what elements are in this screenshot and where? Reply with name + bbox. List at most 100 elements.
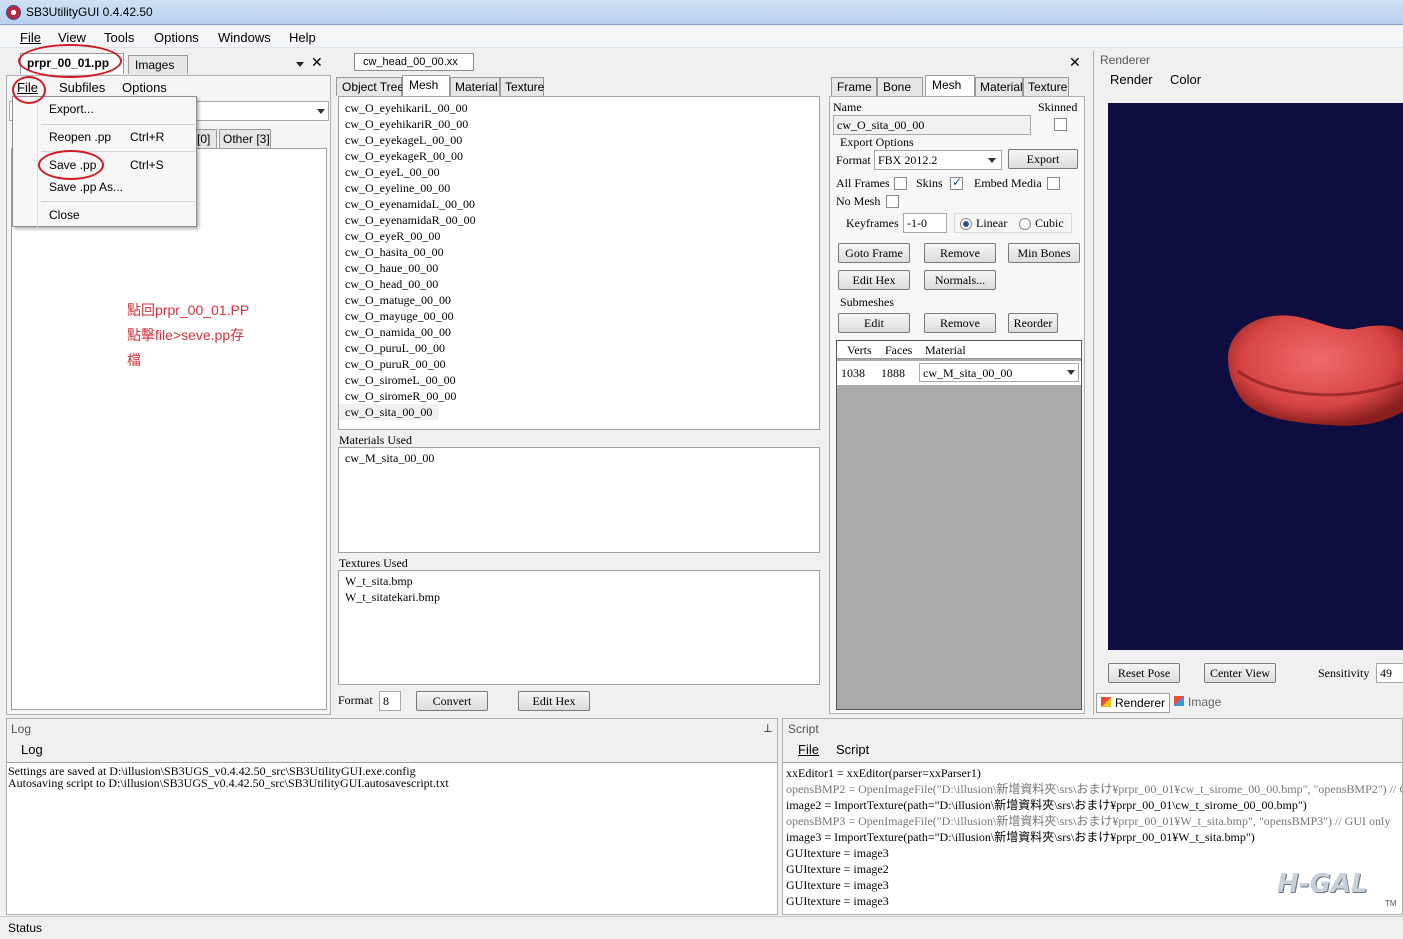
edit-hex-mesh-button[interactable]: Edit Hex [838, 270, 910, 290]
reset-pose-button[interactable]: Reset Pose [1108, 663, 1180, 683]
goto-frame-button[interactable]: Goto Frame [838, 243, 910, 263]
close-icon[interactable]: ✕ [311, 54, 323, 71]
list-item[interactable]: cw_O_hasita_00_00 [339, 244, 819, 260]
tab-renderer-label: Renderer [1115, 696, 1166, 710]
log-text[interactable]: Settings are saved at D:\illusion\SB3UGS… [7, 762, 777, 914]
textures-list[interactable]: W_t_sita.bmp W_t_sitatekari.bmp [338, 570, 820, 685]
tab-bone[interactable]: Bone [877, 77, 923, 96]
menu-close[interactable]: Close [49, 208, 80, 222]
menu-save-as[interactable]: Save .pp As... [49, 180, 123, 194]
tab-object-tree[interactable]: Object Tree [336, 77, 404, 96]
doc-tab-cw-head[interactable]: cw_head_00_00.xx [354, 53, 474, 71]
skins-checkbox[interactable] [950, 175, 963, 190]
menu-tools[interactable]: Tools [104, 30, 134, 45]
dropdown-icon[interactable] [296, 62, 304, 67]
all-frames-checkbox[interactable] [894, 177, 907, 190]
render-viewport[interactable] [1108, 103, 1403, 650]
list-item[interactable]: cw_O_eyenamidaL_00_00 [339, 196, 819, 212]
min-bones-button[interactable]: Min Bones [1008, 243, 1080, 263]
renderer-menu-render[interactable]: Render [1110, 72, 1153, 87]
grid-header-faces[interactable]: Faces [885, 343, 912, 358]
list-item[interactable]: cw_O_eyeL_00_00 [339, 164, 819, 180]
mesh-name-field[interactable]: cw_O_sita_00_00 [833, 115, 1031, 135]
list-item[interactable]: cw_O_mayuge_00_00 [339, 308, 819, 324]
sensitivity-field[interactable]: 49 [1376, 663, 1403, 683]
embed-media-checkbox[interactable] [1047, 177, 1060, 190]
script-line: xxEditor1 = xxEditor(parser=xxParser1) [786, 766, 981, 780]
renderer-menu-color[interactable]: Color [1170, 72, 1201, 87]
list-item[interactable]: cw_O_haue_00_00 [339, 260, 819, 276]
close-icon[interactable]: ✕ [1069, 54, 1081, 71]
tab-images[interactable]: Images [128, 55, 188, 74]
cubic-radio[interactable] [1019, 218, 1031, 230]
subfile-list[interactable] [11, 148, 327, 710]
materials-list[interactable]: cw_M_sita_00_00 [338, 447, 820, 553]
keyframes-field[interactable]: -1-0 [903, 213, 947, 233]
menu-help[interactable]: Help [289, 30, 316, 45]
tab-image[interactable]: Image [1172, 693, 1228, 713]
list-item[interactable]: W_t_sita.bmp [339, 573, 819, 589]
tab-mesh-props[interactable]: Mesh [925, 75, 975, 96]
format-field[interactable]: 8 [379, 691, 401, 711]
menu-view[interactable]: View [58, 30, 86, 45]
tab-texture[interactable]: Texture [500, 77, 544, 96]
remove-mesh-button[interactable]: Remove [924, 243, 996, 263]
tab-other[interactable]: Other [3] [219, 129, 271, 148]
list-item[interactable]: cw_O_head_00_00 [339, 276, 819, 292]
renderer-title: Renderer [1100, 53, 1151, 67]
menu-file[interactable]: File [20, 30, 41, 45]
script-menu-file[interactable]: File [798, 742, 819, 757]
log-menu[interactable]: Log [21, 742, 43, 757]
tab-material[interactable]: Material [450, 77, 500, 96]
remove-submesh-button[interactable]: Remove [924, 313, 996, 333]
pp-menu-subfiles[interactable]: Subfiles [59, 80, 105, 95]
list-item[interactable]: cw_O_eyeR_00_00 [339, 228, 819, 244]
export-format-select[interactable]: FBX 2012.2 [874, 150, 1002, 170]
convert-button[interactable]: Convert [416, 691, 488, 711]
list-item[interactable]: cw_O_eyenamidaR_00_00 [339, 212, 819, 228]
grid-header-verts[interactable]: Verts [847, 343, 872, 358]
list-item[interactable]: cw_O_eyeline_00_00 [339, 180, 819, 196]
grid-cell-faces[interactable]: 1888 [881, 366, 905, 381]
list-item[interactable]: cw_O_eyekageR_00_00 [339, 148, 819, 164]
grid-cell-verts[interactable]: 1038 [841, 366, 865, 381]
menu-export[interactable]: Export... [49, 102, 94, 116]
reorder-button[interactable]: Reorder [1008, 313, 1058, 333]
skinned-label: Skinned [1038, 100, 1078, 114]
list-item[interactable]: cw_M_sita_00_00 [339, 450, 819, 466]
menu-reopen[interactable]: Reopen .pp [49, 130, 111, 144]
tab-renderer[interactable]: Renderer [1096, 693, 1170, 713]
menu-windows[interactable]: Windows [218, 30, 271, 45]
linear-radio[interactable] [960, 218, 972, 230]
skinned-checkbox[interactable] [1054, 118, 1067, 131]
script-menu-script[interactable]: Script [836, 742, 869, 757]
list-item[interactable]: cw_O_eyekageL_00_00 [339, 132, 819, 148]
mesh-list[interactable]: cw_O_eyehikariL_00_00 cw_O_eyehikariR_00… [338, 96, 820, 430]
list-item[interactable]: W_t_sitatekari.bmp [339, 589, 819, 605]
center-view-button[interactable]: Center View [1204, 663, 1276, 683]
edit-hex-button[interactable]: Edit Hex [518, 691, 590, 711]
menu-options[interactable]: Options [154, 30, 199, 45]
tab-frame[interactable]: Frame [831, 77, 877, 96]
list-item[interactable]: cw_O_namida_00_00 [339, 324, 819, 340]
export-button[interactable]: Export [1008, 149, 1078, 169]
normals-button[interactable]: Normals... [924, 270, 996, 290]
tab-texture-props[interactable]: Texture [1023, 77, 1069, 96]
tab-material-props[interactable]: Material [975, 77, 1023, 96]
list-item[interactable]: cw_O_puruL_00_00 [339, 340, 819, 356]
tab-mesh[interactable]: Mesh [402, 75, 450, 96]
grid-cell-material-select[interactable]: cw_M_sita_00_00 [919, 363, 1079, 382]
edit-submesh-button[interactable]: Edit [838, 313, 910, 333]
list-item[interactable]: cw_O_siromeL_00_00 [339, 372, 819, 388]
submesh-grid[interactable]: Verts Faces Material 1038 1888 cw_M_sita… [836, 340, 1082, 710]
pin-icon[interactable]: ⊥ [763, 722, 773, 735]
list-item[interactable]: cw_O_puruR_00_00 [339, 356, 819, 372]
grid-header-material[interactable]: Material [925, 343, 966, 358]
list-item-selected[interactable]: cw_O_sita_00_00 [339, 404, 439, 420]
list-item[interactable]: cw_O_siromeR_00_00 [339, 388, 819, 404]
list-item[interactable]: cw_O_eyehikariR_00_00 [339, 116, 819, 132]
pp-menu-options[interactable]: Options [122, 80, 167, 95]
no-mesh-checkbox[interactable] [886, 195, 899, 208]
list-item[interactable]: cw_O_matuge_00_00 [339, 292, 819, 308]
list-item[interactable]: cw_O_eyehikariL_00_00 [339, 100, 819, 116]
